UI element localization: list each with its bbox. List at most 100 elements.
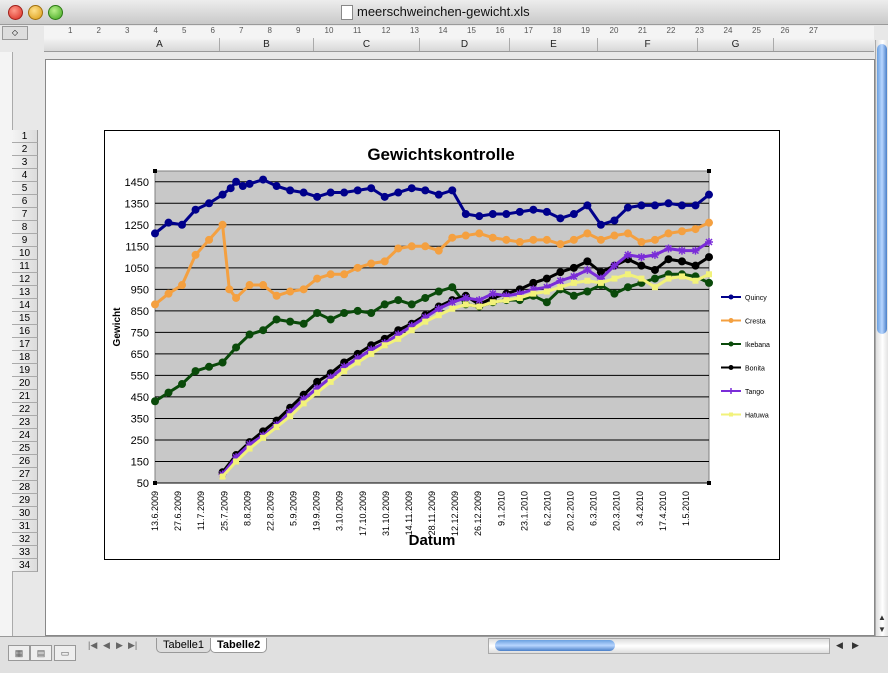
- data-point: [353, 186, 362, 195]
- data-point: [556, 240, 565, 249]
- data-point: [218, 358, 227, 367]
- data-point: [610, 261, 619, 270]
- legend-marker: [729, 412, 733, 417]
- data-point: [705, 218, 713, 227]
- data-point: [259, 281, 268, 290]
- data-point: [435, 312, 442, 319]
- data-point: [624, 271, 631, 278]
- data-point: [691, 225, 700, 234]
- data-point: [151, 300, 159, 309]
- data-point: [232, 177, 241, 186]
- y-tick-label: 450: [131, 392, 149, 404]
- selection-handle: [707, 481, 711, 485]
- data-point: [178, 220, 187, 229]
- data-point: [705, 253, 713, 262]
- data-point: [462, 301, 469, 308]
- page-break-view-button[interactable]: ▭: [54, 645, 76, 661]
- scroll-down-button[interactable]: ▼: [876, 624, 888, 636]
- data-point: [225, 285, 234, 294]
- y-tick-label: 850: [131, 306, 149, 318]
- vertical-scroll-thumb[interactable]: [877, 44, 887, 334]
- x-tick-label: 13.6.2009: [150, 491, 160, 531]
- data-point: [476, 303, 483, 310]
- plot-area: [154, 170, 710, 484]
- y-tick-label: 150: [131, 456, 149, 468]
- data-point: [637, 261, 646, 270]
- data-point: [638, 275, 645, 282]
- data-point: [286, 287, 295, 296]
- data-point: [610, 216, 619, 225]
- sheet-tab-tabelle2[interactable]: Tabelle2: [210, 638, 268, 653]
- data-point: [205, 235, 214, 244]
- y-tick-label: 50: [137, 478, 149, 490]
- normal-view-button[interactable]: ▦: [8, 645, 30, 661]
- data-point: [610, 289, 619, 298]
- data-point: [583, 257, 592, 266]
- data-point: [677, 201, 686, 210]
- data-point: [218, 220, 227, 229]
- data-point: [151, 397, 159, 406]
- scroll-right-button[interactable]: ▶: [852, 640, 859, 651]
- data-point: [272, 182, 281, 191]
- data-point: [610, 231, 619, 240]
- data-point: [178, 380, 187, 389]
- data-point: [691, 261, 700, 270]
- data-point: [246, 445, 253, 452]
- x-tick-label: 27.6.2009: [173, 491, 183, 531]
- data-point: [569, 210, 578, 219]
- data-point: [623, 229, 632, 238]
- data-point: [475, 212, 484, 221]
- data-point: [380, 257, 389, 266]
- legend-marker: [728, 341, 734, 347]
- x-tick-label: 14.11.2009: [404, 491, 414, 535]
- data-point: [650, 235, 659, 244]
- x-tick-label: 23.1.2010: [519, 491, 529, 531]
- scroll-up-button[interactable]: ▲: [876, 612, 888, 624]
- data-point: [705, 190, 713, 199]
- x-tick-label: 6.2.2010: [542, 491, 552, 526]
- x-tick-label: 6.3.2010: [589, 491, 599, 526]
- x-tick-label: 3.10.2009: [335, 491, 345, 531]
- data-point: [245, 281, 254, 290]
- selection-handle: [707, 169, 711, 173]
- data-point: [232, 293, 241, 302]
- data-point: [691, 201, 700, 210]
- data-point: [434, 287, 443, 296]
- legend-marker: [727, 388, 735, 394]
- last-sheet-button[interactable]: ▶|: [128, 640, 137, 651]
- sheet-tab-tabelle1[interactable]: Tabelle1: [156, 638, 211, 653]
- data-point: [678, 273, 685, 280]
- first-sheet-button[interactable]: |◀: [88, 640, 97, 651]
- prev-sheet-button[interactable]: ◀: [103, 640, 110, 651]
- data-point: [232, 343, 241, 352]
- scroll-left-button[interactable]: ◀: [836, 640, 843, 651]
- data-point: [326, 270, 335, 279]
- data-point: [706, 271, 712, 278]
- page-layout-view-button[interactable]: ▤: [30, 645, 52, 661]
- data-point: [611, 275, 618, 282]
- data-point: [583, 287, 592, 296]
- y-tick-label: 1050: [125, 263, 149, 275]
- data-point: [299, 188, 308, 197]
- data-point: [542, 274, 551, 283]
- horizontal-scroll-thumb[interactable]: [495, 640, 615, 651]
- data-point: [421, 186, 430, 195]
- x-tick-label: 17.4.2010: [658, 491, 668, 531]
- data-point: [394, 244, 403, 253]
- legend-label-hatuwa: Hatuwa: [745, 413, 769, 420]
- selection-handle: [153, 169, 157, 173]
- data-point: [434, 246, 443, 255]
- x-tick-label: 11.7.2009: [196, 491, 206, 530]
- data-point: [164, 388, 173, 397]
- data-point: [380, 300, 389, 309]
- x-tick-label: 20.3.2010: [612, 491, 622, 531]
- data-point: [584, 277, 591, 284]
- data-point: [341, 368, 348, 375]
- next-sheet-button[interactable]: ▶: [116, 640, 123, 651]
- y-tick-label: 1250: [125, 220, 149, 232]
- data-point: [353, 263, 362, 272]
- data-point: [191, 250, 200, 259]
- data-point: [422, 318, 429, 325]
- selection-handle: [153, 481, 157, 485]
- data-point: [191, 367, 200, 376]
